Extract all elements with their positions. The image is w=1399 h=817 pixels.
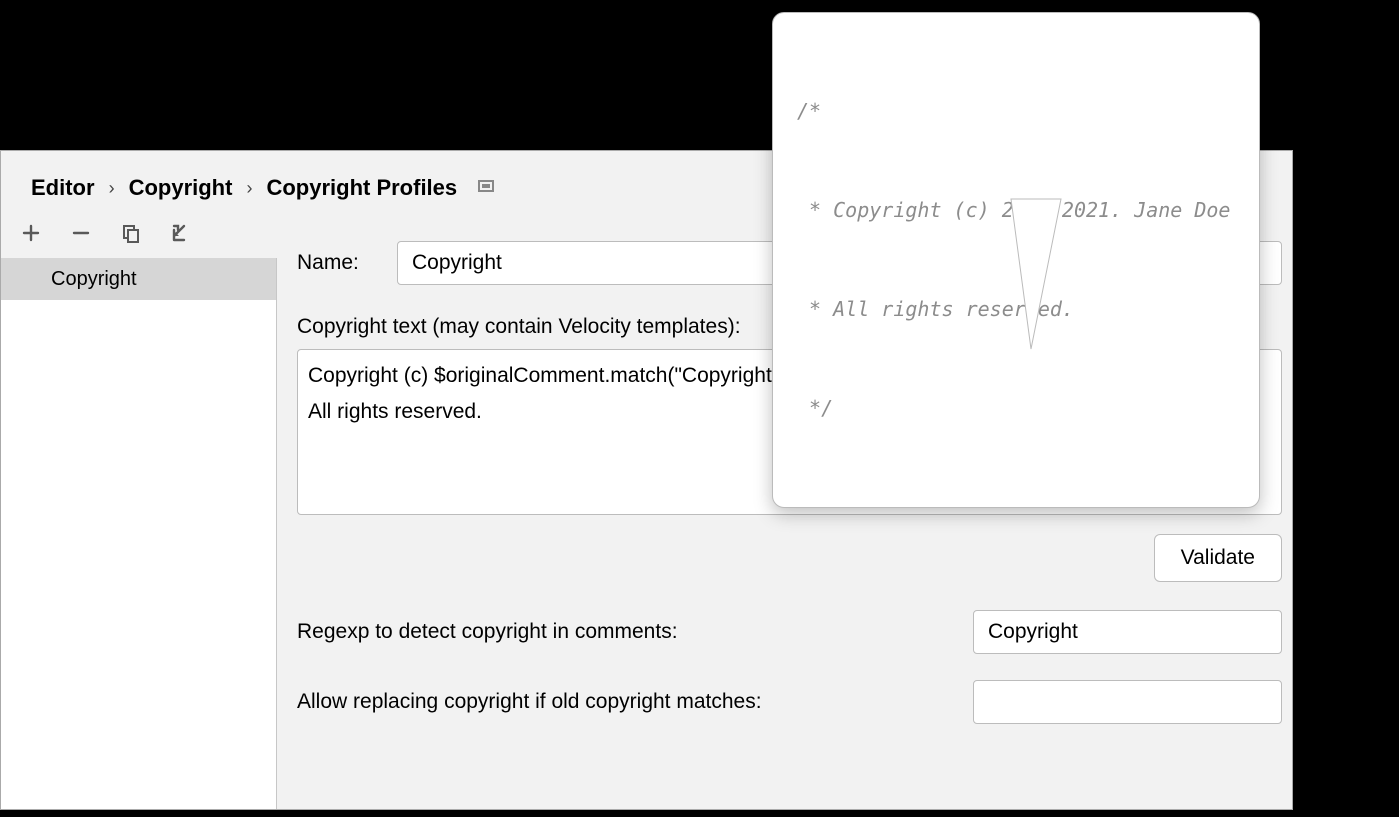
regexp-input[interactable] — [973, 610, 1282, 654]
breadcrumb-editor[interactable]: Editor — [31, 175, 95, 201]
profile-toolbar — [19, 221, 193, 245]
chevron-right-icon: › — [246, 178, 252, 199]
profile-list-item[interactable]: Copyright — [1, 258, 276, 300]
allow-replace-input[interactable] — [973, 680, 1282, 724]
allow-replace-label: Allow replacing copyright if old copyrig… — [297, 690, 973, 714]
breadcrumb: Editor › Copyright › Copyright Profiles — [31, 175, 495, 201]
remove-icon[interactable] — [69, 221, 93, 245]
breadcrumb-copyright-profiles: Copyright Profiles — [266, 175, 457, 201]
copy-icon[interactable] — [119, 221, 143, 245]
import-icon[interactable] — [169, 221, 193, 245]
preview-tooltip: /* * Copyright (c) 2020-2021. Jane Doe *… — [772, 12, 1260, 508]
validate-button[interactable]: Validate — [1154, 534, 1282, 582]
preview-line: /* — [797, 95, 1235, 128]
profile-list: Copyright — [1, 258, 277, 809]
name-label: Name: — [297, 251, 397, 275]
regexp-label: Regexp to detect copyright in comments: — [297, 620, 973, 644]
profile-list-item-label: Copyright — [51, 268, 137, 291]
add-icon[interactable] — [19, 221, 43, 245]
project-scope-icon — [477, 175, 495, 201]
breadcrumb-copyright[interactable]: Copyright — [129, 175, 233, 201]
chevron-right-icon: › — [109, 178, 115, 199]
preview-line: */ — [797, 392, 1235, 425]
